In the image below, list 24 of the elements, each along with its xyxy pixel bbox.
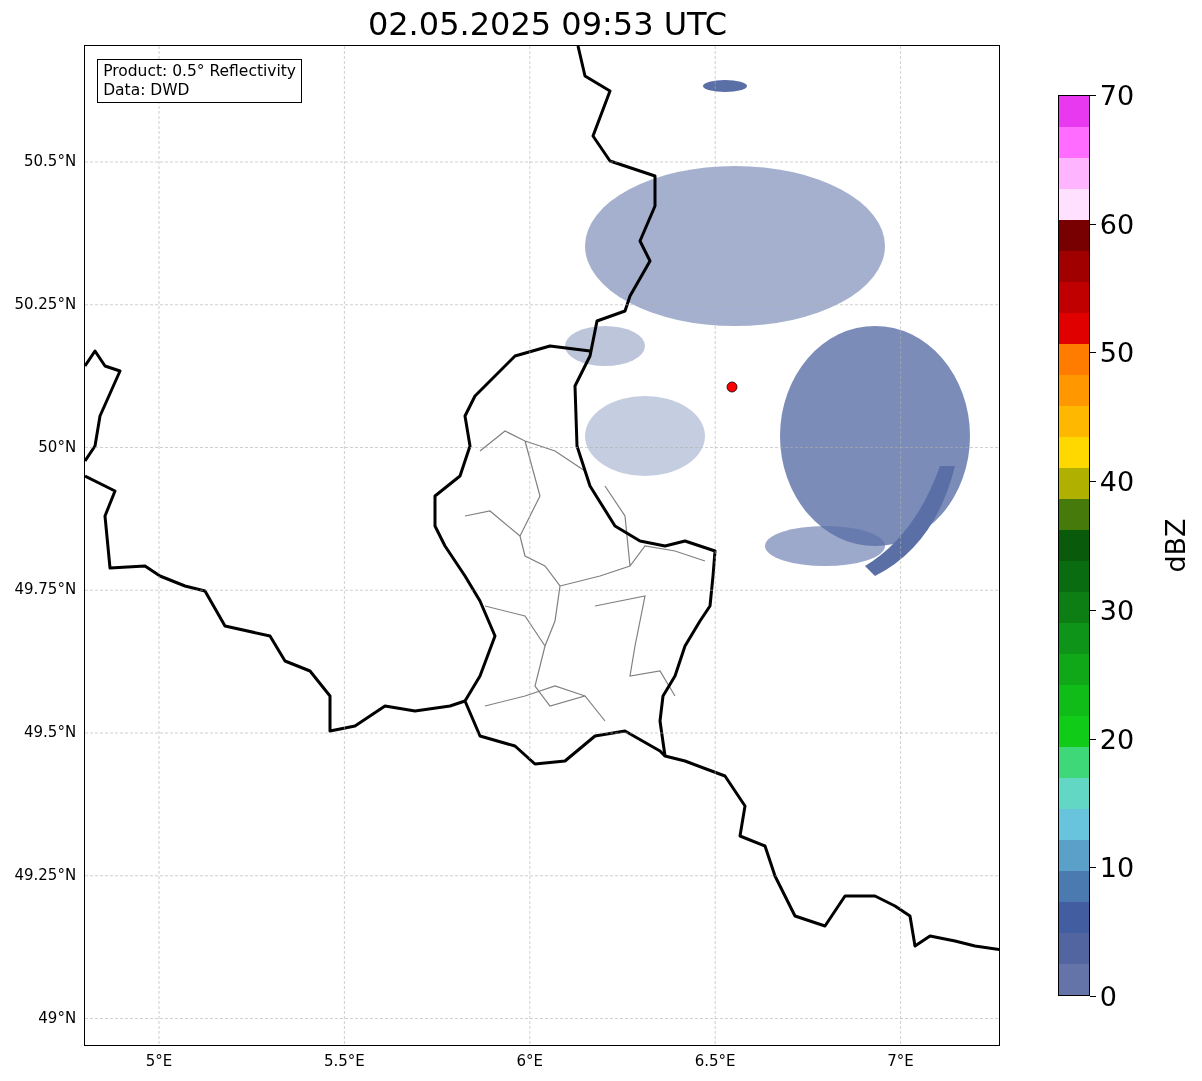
info-text: Product: 0.5° Reflectivity <box>103 62 296 81</box>
colorbar-tick-label: 40 <box>1099 465 1135 497</box>
colorbar-tick-label: 60 <box>1099 208 1135 240</box>
colorbar-tick-label: 50 <box>1099 336 1135 368</box>
chart-title: 02.05.2025 09:53 UTC <box>366 4 729 45</box>
colorbar-tick-label: 30 <box>1099 594 1135 626</box>
latitude-label: 49.25°N <box>14 865 77 884</box>
latitude-label: 50.5°N <box>24 152 77 170</box>
longitude-label: 6°E <box>516 1052 544 1070</box>
colorbar-tick-label: 70 <box>1099 79 1135 111</box>
colorbar-label: dBZ <box>1159 518 1191 573</box>
colorbar-tick-label: 10 <box>1099 851 1135 883</box>
latitude-label: 49.5°N <box>24 723 77 741</box>
latitude-label: 50°N <box>38 437 77 456</box>
longitude-label: 7°E <box>887 1052 914 1070</box>
longitude-label: 5°E <box>145 1052 173 1070</box>
longitude-label: 6.5°E <box>694 1052 736 1070</box>
latitude-label: 50.25°N <box>14 294 77 313</box>
colorbar-tick-label: 20 <box>1099 723 1135 755</box>
longitude-label: 5.5°E <box>323 1052 365 1070</box>
info-text: Data: DWD <box>103 81 191 100</box>
colorbar-tick-label: 0 <box>1099 980 1117 1012</box>
latitude-label: 49°N <box>38 1008 77 1027</box>
latitude-label: 49.75°N <box>14 580 77 599</box>
